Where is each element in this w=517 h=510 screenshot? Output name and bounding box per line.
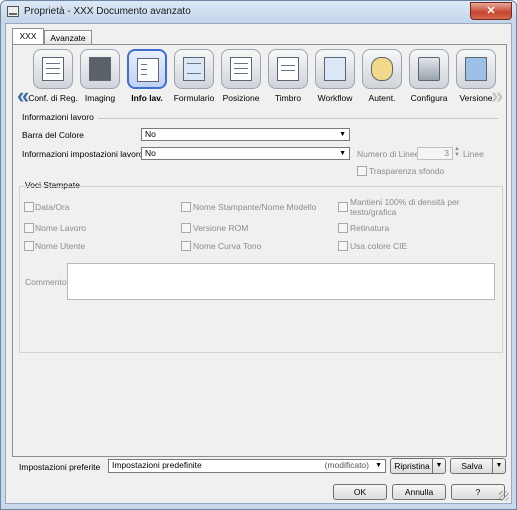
chevron-down-icon[interactable]: ▼: [432, 459, 445, 473]
favorites-value: Impostazioni predefinite: [112, 460, 202, 470]
printer-icon: [7, 6, 19, 17]
toolbar-item-label: Versione: [459, 93, 493, 103]
checkbox-rom-version[interactable]: [181, 223, 191, 233]
checkbox-screening[interactable]: [338, 223, 348, 233]
checkbox-keep-density[interactable]: [338, 202, 348, 212]
color-bar-value: No: [145, 129, 156, 139]
version-icon: [456, 49, 496, 89]
checkbox-label-line2: testo/grafica: [350, 207, 397, 217]
color-bar-label: Barra del Colore: [22, 130, 84, 140]
job-settings-info-select[interactable]: No ▼: [141, 147, 350, 160]
job-info-icon: [127, 49, 167, 89]
checkbox-label: Nome Curva Tono: [193, 241, 262, 251]
checkbox-user-name[interactable]: [24, 241, 34, 251]
checkbox-cie-color[interactable]: [338, 241, 348, 251]
spinner-arrows-icon[interactable]: ▲ ▼: [454, 146, 460, 158]
lines-count-label: Numero di Linee: [357, 149, 420, 159]
window-title: Proprietà - XXX Documento avanzato: [24, 6, 191, 17]
tab-xxx[interactable]: XXX: [12, 28, 44, 45]
chevron-down-icon: ▼: [339, 131, 346, 138]
dialog-client: XXX Avanzate « » Conf. di Reg. Imaging I…: [5, 23, 512, 504]
background-transparency-checkbox[interactable]: [357, 166, 367, 176]
ok-button[interactable]: OK: [333, 484, 387, 500]
checkbox-job-name[interactable]: [24, 223, 34, 233]
checkbox-label: Mantieni 100% di densità per: [350, 197, 460, 207]
color-bar-select[interactable]: No ▼: [141, 128, 350, 141]
job-settings-info-value: No: [145, 148, 156, 158]
checkbox-label: Usa colore CIE: [350, 241, 408, 251]
stamp-icon: [268, 49, 308, 89]
position-icon: [221, 49, 261, 89]
favorites-select[interactable]: Impostazioni predefinite (modificato) ▼: [108, 459, 386, 473]
close-button[interactable]: ✕: [470, 2, 512, 20]
registration-settings-icon: [33, 49, 73, 89]
checkbox-label: Retinatura: [350, 223, 390, 233]
resize-grip-icon[interactable]: [499, 491, 509, 501]
save-button[interactable]: Salva ▼: [450, 458, 506, 474]
checkbox-label: Nome Stampante/Nome Modello: [193, 202, 317, 212]
checkbox-label: Nome Lavoro: [35, 223, 87, 233]
comment-field[interactable]: [67, 263, 495, 300]
checkbox-tone-curve-name[interactable]: [181, 241, 191, 251]
authentication-icon: [362, 49, 402, 89]
workflow-icon: [315, 49, 355, 89]
configure-icon: [409, 49, 449, 89]
imaging-icon: [80, 49, 120, 89]
tab-panel: « » Conf. di Reg. Imaging Info lav. Form…: [12, 44, 507, 457]
background-transparency-label: Trasparenza sfondo: [369, 166, 445, 176]
checkbox-printer-model-name[interactable]: [181, 202, 191, 212]
favorites-label: Impostazioni preferite: [19, 462, 101, 472]
dialog-window: Proprietà - XXX Documento avanzato ✕ XXX…: [0, 0, 517, 510]
restore-button[interactable]: Ripristina ▼: [390, 458, 446, 474]
chevron-down-icon: ▼: [339, 150, 346, 157]
checkbox-label: Nome Utente: [35, 241, 86, 251]
title-bar: Proprietà - XXX Documento avanzato ✕: [1, 1, 516, 23]
lines-unit-label: Linee: [463, 149, 484, 159]
help-button[interactable]: ?: [451, 484, 505, 500]
job-settings-info-label: Informazioni impostazioni lavoro: [22, 149, 144, 159]
chevron-down-icon: ▼: [375, 462, 382, 469]
tab-advanced[interactable]: Avanzate: [44, 30, 92, 45]
form-icon: [174, 49, 214, 89]
comment-label: Commento: [25, 277, 67, 287]
checkbox-label: Data/Ora: [35, 202, 70, 212]
lines-count-input[interactable]: 3: [417, 147, 453, 160]
save-button-label: Salva: [461, 461, 483, 471]
section-divider: [98, 118, 498, 119]
job-info-section-title: Informazioni lavoro: [22, 112, 94, 122]
checkbox-date-time[interactable]: [24, 202, 34, 212]
chevron-down-icon[interactable]: ▼: [492, 459, 505, 473]
checkbox-label: Versione ROM: [193, 223, 249, 233]
toolbar-item-version[interactable]: Versione: [454, 49, 498, 105]
cancel-button[interactable]: Annulla: [392, 484, 446, 500]
favorites-status: (modificato): [324, 460, 369, 470]
